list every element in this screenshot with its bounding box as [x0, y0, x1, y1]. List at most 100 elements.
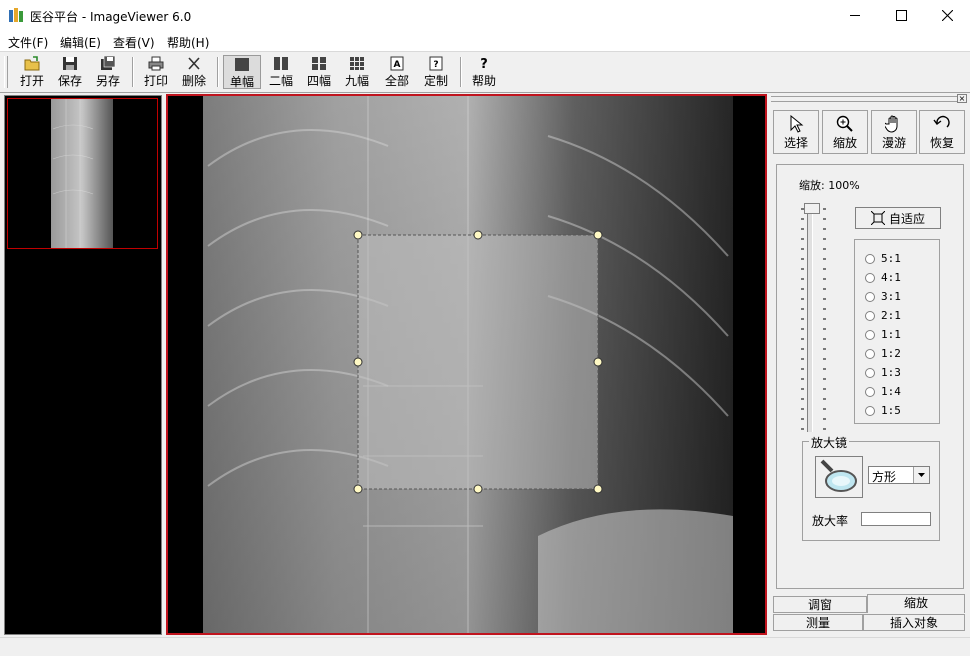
magnify-plus-icon — [836, 115, 853, 132]
tab-measure[interactable]: 测量 — [773, 614, 863, 631]
ratio-option[interactable]: 3:1 — [865, 290, 901, 303]
radio-button[interactable] — [865, 292, 875, 302]
menu-view[interactable]: 查看(V) — [113, 34, 155, 51]
xray-image — [203, 96, 733, 633]
radio-button[interactable] — [865, 254, 875, 264]
tab-insert-object[interactable]: 插入对象 — [863, 614, 965, 631]
ratio-label: 1:2 — [881, 347, 901, 360]
tab-window-level[interactable]: 调窗 — [773, 596, 867, 613]
tab-measure-label: 测量 — [805, 616, 830, 630]
chevron-down-icon — [918, 473, 925, 477]
delete-button[interactable]: 删除 — [176, 55, 212, 89]
zoom-level-text: 缩放: 100% — [799, 179, 860, 192]
close-button[interactable] — [924, 0, 970, 31]
radio-button[interactable] — [865, 406, 875, 416]
open-button[interactable]: 打开 — [14, 55, 50, 89]
undo-icon — [933, 115, 950, 128]
ratio-label: 1:1 — [881, 328, 901, 341]
ratio-option[interactable]: 1:3 — [865, 366, 901, 379]
ratio-option[interactable]: 1:4 — [865, 385, 901, 398]
fit-to-window-button[interactable]: 自适应 — [855, 207, 941, 229]
select-tool-button[interactable]: 选择 — [773, 110, 819, 154]
resize-handle[interactable] — [593, 357, 603, 367]
custom-layout-icon: ? — [429, 56, 443, 71]
restore-tool-label: 恢复 — [929, 136, 954, 150]
save-as-icon — [101, 56, 116, 70]
layout-single-button[interactable]: 单幅 — [223, 55, 261, 89]
resize-handle[interactable] — [353, 230, 363, 240]
magnify-rate-input[interactable] — [861, 512, 931, 526]
maximize-icon — [895, 10, 907, 21]
help-button[interactable]: ? 帮助 — [466, 55, 502, 89]
window-title: 医谷平台 - ImageViewer 6.0 — [30, 10, 192, 24]
layout-all-button[interactable]: A 全部 — [379, 55, 415, 89]
panel-close-icon[interactable]: × — [957, 94, 967, 103]
nine-label: 九幅 — [344, 74, 369, 88]
save-button[interactable]: 保存 — [52, 55, 88, 89]
radio-button[interactable] — [865, 368, 875, 378]
thumbnail-item[interactable] — [7, 98, 158, 249]
select-tool-label: 选择 — [783, 136, 808, 150]
fit-arrows-icon — [870, 211, 885, 225]
zoom-slider-ticks-left — [801, 207, 805, 432]
ratio-option[interactable]: 1:5 — [865, 404, 901, 417]
ratio-option[interactable]: 5:1 — [865, 252, 901, 265]
close-icon — [941, 10, 953, 21]
ratio-option[interactable]: 2:1 — [865, 309, 901, 322]
ratio-option[interactable]: 1:1 — [865, 328, 901, 341]
resize-handle[interactable] — [593, 484, 603, 494]
magnifier-glass-icon — [820, 459, 857, 492]
zoom-slider-track[interactable] — [807, 207, 813, 432]
zoom-tool-button[interactable]: 缩放 — [822, 110, 868, 154]
magnifier-shape-select[interactable]: 方形 — [868, 466, 930, 484]
magnifier-toggle-button[interactable] — [815, 456, 863, 498]
delete-label: 删除 — [181, 74, 206, 88]
radio-button[interactable] — [865, 349, 875, 359]
minimize-button[interactable] — [832, 0, 878, 31]
restore-tool-button[interactable]: 恢复 — [919, 110, 965, 154]
resize-handle[interactable] — [353, 484, 363, 494]
status-bar — [0, 637, 970, 656]
zoom-slider-ticks-right — [823, 207, 827, 432]
radio-button[interactable] — [865, 311, 875, 321]
menu-edit[interactable]: 编辑(E) — [60, 34, 101, 51]
radio-button[interactable] — [865, 273, 875, 283]
menu-bar: 文件(F) 编辑(E) 查看(V) 帮助(H) — [0, 31, 970, 51]
resize-handle[interactable] — [593, 230, 603, 240]
thumbnail-xray-image — [51, 99, 113, 248]
resize-handle[interactable] — [473, 230, 483, 240]
app-logo-icon — [9, 8, 23, 22]
print-button[interactable]: 打印 — [138, 55, 174, 89]
ratio-label: 1:4 — [881, 385, 901, 398]
ratio-label: 1:5 — [881, 404, 901, 417]
layout-two-button[interactable]: 二幅 — [263, 55, 299, 89]
resize-handle[interactable] — [473, 484, 483, 494]
menu-file[interactable]: 文件(F) — [8, 34, 48, 51]
pan-tool-button[interactable]: 漫游 — [871, 110, 917, 154]
save-as-button[interactable]: 另存 — [90, 55, 126, 89]
arrow-cursor-icon — [790, 115, 804, 133]
tab-zoom[interactable]: 缩放 — [867, 594, 965, 613]
printer-icon — [148, 56, 164, 71]
all-label: 全部 — [384, 74, 409, 88]
ratio-option[interactable]: 4:1 — [865, 271, 901, 284]
fit-button-label: 自适应 — [888, 211, 925, 226]
help-label: 帮助 — [471, 74, 496, 88]
ratio-label: 2:1 — [881, 309, 901, 322]
toolbar: 打开 保存 另存 打印 删除 单幅 二幅 四幅 九幅 A 全部 ? 定制 ? 帮… — [0, 51, 970, 93]
layout-nine-button[interactable]: 九幅 — [339, 55, 375, 89]
zoom-slider-thumb[interactable] — [804, 203, 820, 214]
menu-help[interactable]: 帮助(H) — [167, 34, 209, 51]
magnifier-region[interactable] — [358, 235, 598, 489]
ratio-option[interactable]: 1:2 — [865, 347, 901, 360]
resize-handle[interactable] — [353, 357, 363, 367]
minimize-icon — [850, 15, 860, 16]
dropdown-button[interactable] — [913, 467, 929, 483]
layout-custom-button[interactable]: ? 定制 — [418, 55, 454, 89]
image-viewport[interactable] — [166, 94, 767, 635]
zoom-tool-label: 缩放 — [832, 136, 857, 150]
maximize-button[interactable] — [878, 0, 924, 31]
radio-button[interactable] — [865, 387, 875, 397]
radio-button[interactable] — [865, 330, 875, 340]
layout-four-button[interactable]: 四幅 — [301, 55, 337, 89]
